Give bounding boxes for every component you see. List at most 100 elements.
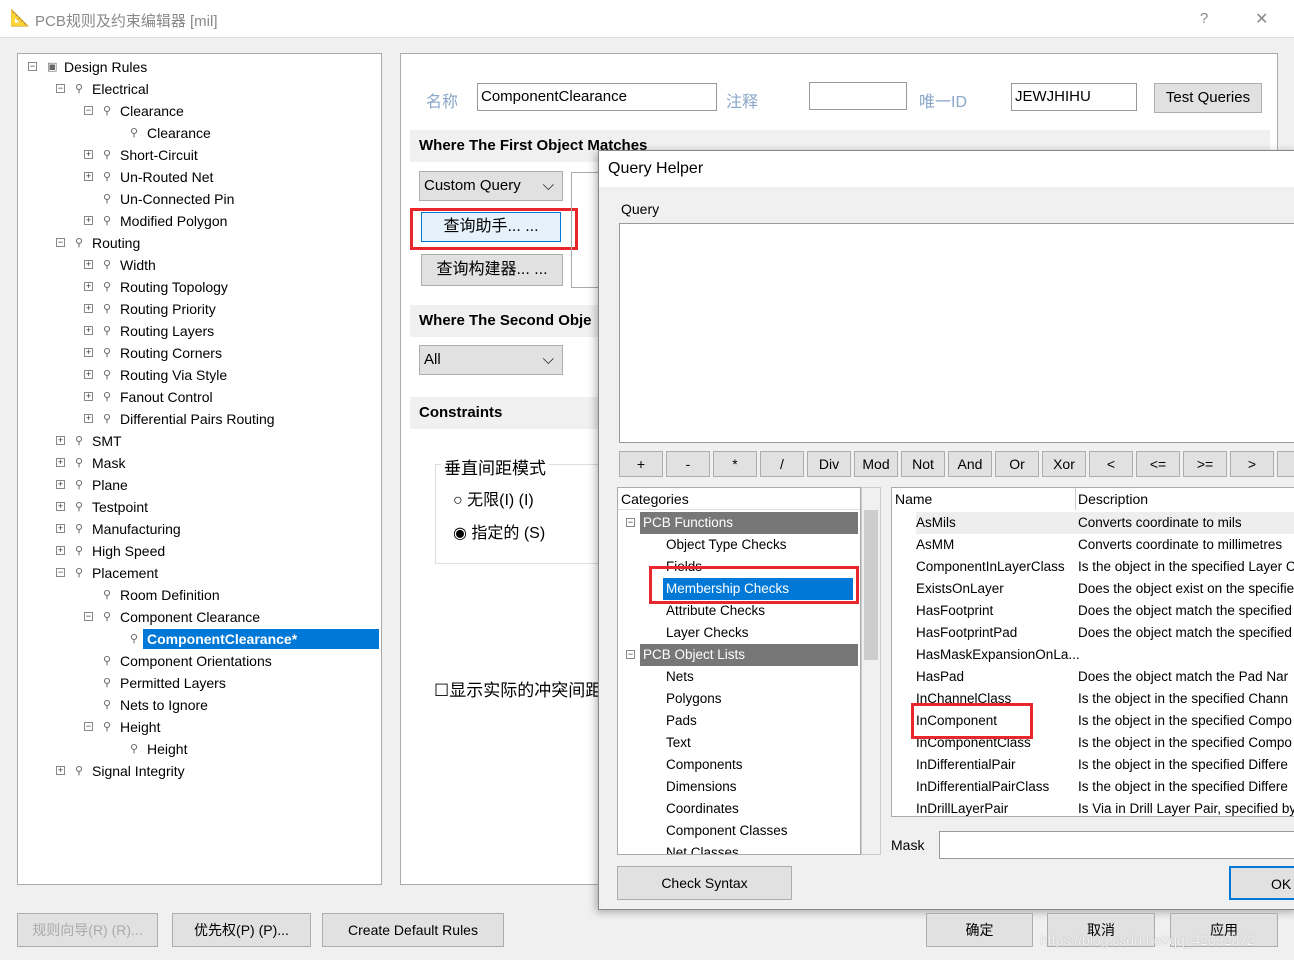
show-actual-checkbox[interactable]: ☐显示实际的冲突间距 bbox=[434, 676, 602, 701]
tree-item[interactable]: Electrical bbox=[92, 79, 149, 99]
expand-icon[interactable]: + bbox=[84, 370, 93, 379]
second-query-select[interactable]: All ⌵ bbox=[419, 345, 563, 375]
comment-input[interactable] bbox=[809, 82, 907, 110]
category-item[interactable]: Pads bbox=[663, 710, 697, 732]
expand-icon[interactable]: + bbox=[56, 458, 65, 467]
name-input[interactable]: ComponentClearance bbox=[477, 83, 717, 111]
operator-button[interactable]: Not bbox=[901, 451, 945, 477]
function-row[interactable]: HasMaskExpansionOnLa... bbox=[916, 644, 1294, 666]
operator-button[interactable]: / bbox=[760, 451, 804, 477]
tree-item[interactable]: Width bbox=[120, 255, 156, 275]
tree-item[interactable]: Testpoint bbox=[92, 497, 148, 517]
categories-list[interactable]: Categories − PCB Functions Object Type Che… bbox=[617, 487, 861, 855]
tree-item[interactable]: Design Rules bbox=[64, 57, 147, 77]
tree-item[interactable]: High Speed bbox=[92, 541, 165, 561]
name-column-header[interactable]: Name bbox=[892, 488, 1076, 510]
operator-button[interactable]: < bbox=[1277, 451, 1294, 477]
tree-item[interactable]: Routing Corners bbox=[120, 343, 222, 363]
expand-icon[interactable]: + bbox=[84, 282, 93, 291]
collapse-icon[interactable]: − bbox=[84, 106, 93, 115]
help-button[interactable]: ? bbox=[1200, 10, 1208, 27]
function-row[interactable]: HasFootprint Does the object match the sp… bbox=[916, 600, 1294, 622]
tree-item[interactable]: Height bbox=[120, 717, 160, 737]
collapse-icon[interactable]: − bbox=[84, 612, 93, 621]
tree-item[interactable]: Routing Via Style bbox=[120, 365, 227, 385]
operator-button[interactable]: * bbox=[713, 451, 757, 477]
operator-button[interactable]: + bbox=[619, 451, 663, 477]
tree-item[interactable]: Component Clearance bbox=[120, 607, 260, 627]
tree-item[interactable]: Routing Topology bbox=[120, 277, 228, 297]
tree-item[interactable]: Permitted Layers bbox=[120, 673, 226, 693]
categories-scrollbar[interactable] bbox=[861, 487, 881, 855]
operator-button[interactable]: <= bbox=[1136, 451, 1180, 477]
description-column-header[interactable]: Description bbox=[1078, 488, 1294, 510]
first-query-select[interactable]: Custom Query ⌵ bbox=[419, 171, 563, 201]
categories-header[interactable]: Categories bbox=[618, 488, 860, 510]
expand-icon[interactable]: + bbox=[84, 172, 93, 181]
tree-item[interactable]: SMT bbox=[92, 431, 122, 451]
expand-icon[interactable]: + bbox=[56, 480, 65, 489]
expand-icon[interactable]: + bbox=[56, 524, 65, 533]
expand-icon[interactable]: + bbox=[84, 260, 93, 269]
category-item[interactable]: Layer Checks bbox=[663, 622, 749, 644]
category-item[interactable]: Text bbox=[663, 732, 691, 754]
query-text-area[interactable] bbox=[571, 172, 601, 288]
functions-table[interactable]: Name Description AsMils Converts coordina… bbox=[891, 487, 1294, 817]
radio-specified[interactable]: ◉ 指定的 (S) bbox=[453, 519, 545, 543]
operator-button[interactable]: > bbox=[1230, 451, 1274, 477]
function-row[interactable]: HasFootprintPad Does the object match the… bbox=[916, 622, 1294, 644]
mask-input[interactable] bbox=[939, 831, 1294, 859]
tree-item[interactable]: Height bbox=[147, 739, 187, 759]
tree-item[interactable]: Modified Polygon bbox=[120, 211, 227, 231]
scrollbar-thumb[interactable] bbox=[864, 510, 878, 660]
collapse-icon[interactable]: − bbox=[28, 62, 37, 71]
tree-item[interactable]: Routing Layers bbox=[120, 321, 214, 341]
create-default-rules-button[interactable]: Create Default Rules bbox=[322, 913, 504, 947]
collapse-icon[interactable]: − bbox=[56, 84, 65, 93]
category-item[interactable]: Components bbox=[663, 754, 743, 776]
tree-item[interactable]: Room Definition bbox=[120, 585, 220, 605]
operator-button[interactable]: < bbox=[1089, 451, 1133, 477]
priorities-button[interactable]: 优先权(P) (P)... bbox=[172, 913, 311, 947]
category-item[interactable]: Net Classes bbox=[663, 842, 739, 854]
category-item[interactable]: Nets bbox=[663, 666, 694, 688]
operator-button[interactable]: Div bbox=[807, 451, 851, 477]
collapse-icon[interactable]: − bbox=[626, 650, 635, 659]
function-row[interactable]: ComponentInLayerClass Is the object in th… bbox=[916, 556, 1294, 578]
collapse-icon[interactable]: − bbox=[626, 518, 635, 527]
ok-button[interactable]: 确定 bbox=[926, 913, 1033, 947]
tree-item[interactable]: Component Orientations bbox=[120, 651, 272, 671]
tree-item[interactable]: Un-Connected Pin bbox=[120, 189, 234, 209]
expand-icon[interactable]: + bbox=[56, 502, 65, 511]
collapse-icon[interactable]: − bbox=[56, 568, 65, 577]
expand-icon[interactable]: + bbox=[84, 348, 93, 357]
expand-icon[interactable]: + bbox=[56, 436, 65, 445]
test-queries-button[interactable]: Test Queries bbox=[1154, 83, 1262, 113]
operator-button[interactable]: Mod bbox=[854, 451, 898, 477]
expand-icon[interactable]: + bbox=[84, 392, 93, 401]
tree-item[interactable]: Clearance bbox=[147, 123, 211, 143]
tree-item[interactable]: Fanout Control bbox=[120, 387, 213, 407]
tree-item[interactable]: ComponentClearance* bbox=[143, 629, 379, 649]
radio-infinite[interactable]: ○ 无限(I) (I) bbox=[453, 486, 534, 510]
category-group[interactable]: PCB Functions bbox=[640, 512, 858, 534]
expand-icon[interactable]: + bbox=[84, 216, 93, 225]
function-row[interactable]: AsMils Converts coordinate to mils bbox=[916, 512, 1294, 534]
check-syntax-button[interactable]: Check Syntax bbox=[617, 866, 792, 900]
collapse-icon[interactable]: − bbox=[56, 238, 65, 247]
tree-item[interactable]: Routing Priority bbox=[120, 299, 216, 319]
tree-item[interactable]: Clearance bbox=[120, 101, 184, 121]
tree-item[interactable]: Placement bbox=[92, 563, 158, 583]
tree-item[interactable]: Signal Integrity bbox=[92, 761, 185, 781]
tree-item[interactable]: Differential Pairs Routing bbox=[120, 409, 275, 429]
category-item[interactable]: Coordinates bbox=[663, 798, 739, 820]
collapse-icon[interactable]: − bbox=[84, 722, 93, 731]
operator-button[interactable]: >= bbox=[1183, 451, 1227, 477]
expand-icon[interactable]: + bbox=[84, 304, 93, 313]
operator-button[interactable]: And bbox=[948, 451, 992, 477]
operator-button[interactable]: Or bbox=[995, 451, 1039, 477]
function-row[interactable]: AsMM Converts coordinate to millimetres bbox=[916, 534, 1294, 556]
category-group[interactable]: PCB Object Lists bbox=[640, 644, 858, 666]
uid-input[interactable]: JEWJHIHU bbox=[1011, 83, 1137, 111]
tree-item[interactable]: Manufacturing bbox=[92, 519, 181, 539]
